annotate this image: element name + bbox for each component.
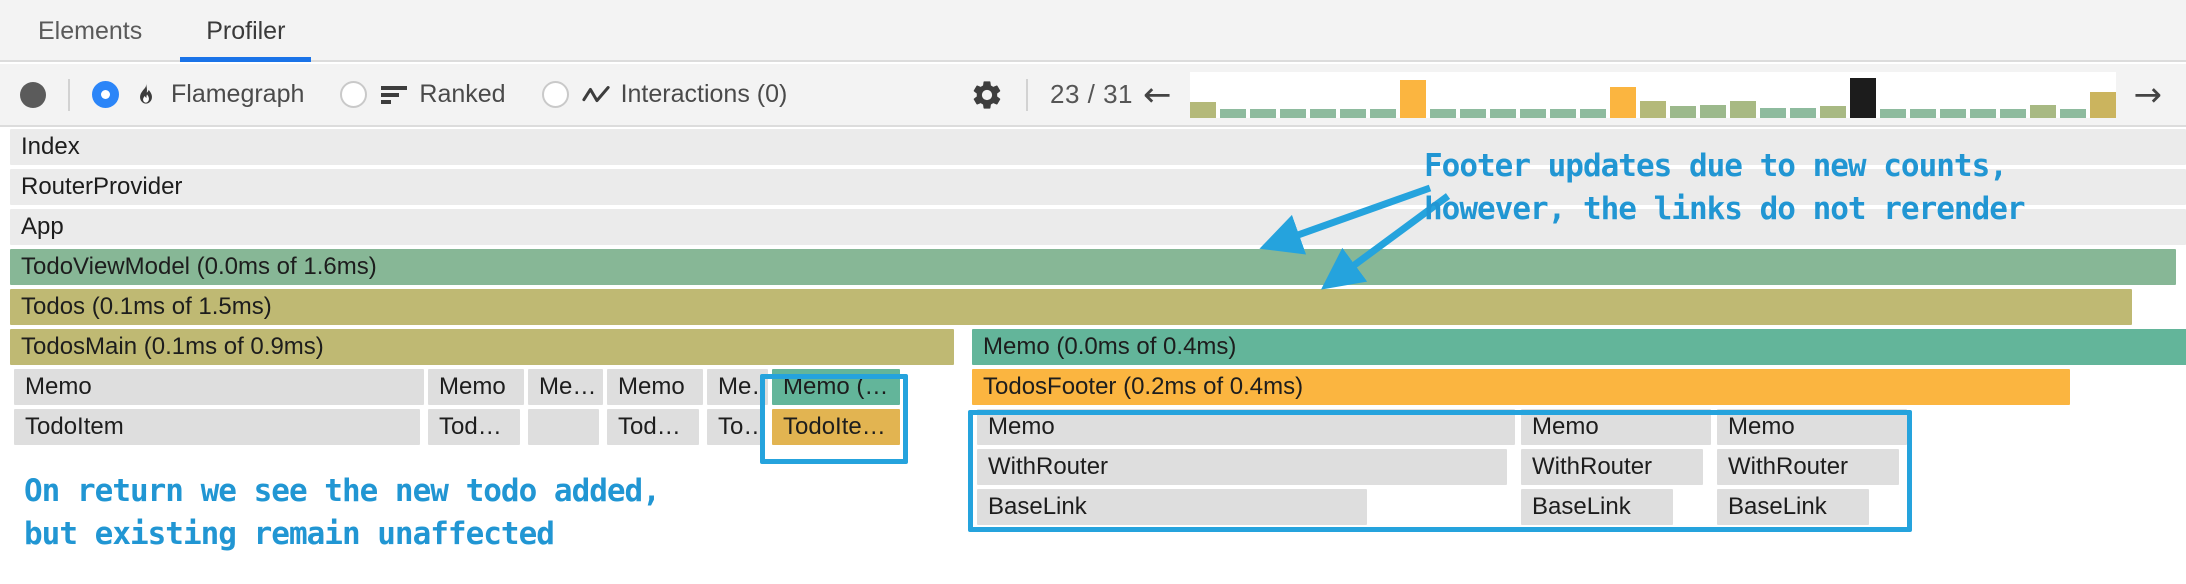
flame-cell[interactable] <box>528 409 599 445</box>
flame-cell[interactable]: To… <box>707 409 764 445</box>
snapshot-bar-15[interactable] <box>1639 100 1666 118</box>
record-button[interactable] <box>20 81 46 108</box>
flame-cell[interactable]: BaseLink <box>1521 489 1673 525</box>
snapshot-bar-20[interactable] <box>1789 107 1816 118</box>
flame-cell[interactable]: Memo <box>607 369 703 405</box>
snapshot-bar-26[interactable] <box>1969 108 1996 118</box>
snapshot-bar-2[interactable] <box>1249 108 1276 118</box>
snapshot-bar-4[interactable] <box>1309 108 1336 118</box>
toolbar-divider <box>68 78 70 111</box>
snapshot-bar-28[interactable] <box>2029 104 2056 118</box>
flame-cell[interactable]: Memo (… <box>772 369 900 405</box>
snapshot-bar-8[interactable] <box>1429 108 1456 118</box>
flame-cell[interactable]: Todos (0.1ms of 1.5ms) <box>10 289 2132 325</box>
flame-cell[interactable]: WithRouter <box>1717 449 1899 485</box>
toolbar-right-group: 23 / 31 ← → <box>970 71 2186 118</box>
mode-interactions-label: Interactions (0) <box>620 80 788 108</box>
flame-cell[interactable]: BaseLink <box>1717 489 1869 525</box>
flame-cell[interactable]: TodosMain (0.1ms of 0.9ms) <box>10 329 954 365</box>
snapshot-bar-30[interactable] <box>2089 91 2116 118</box>
flamegraph-row: TodosMain (0.1ms of 0.9ms) Memo (0.0ms of… <box>0 329 2186 369</box>
snapshot-bar-18[interactable] <box>1729 100 1756 118</box>
snapshot-bar-19[interactable] <box>1759 107 1786 118</box>
profiler-toolbar: Flamegraph Ranked Interactions (0) 23 / … <box>0 64 2186 127</box>
flame-cell[interactable]: Me… <box>707 369 768 405</box>
snapshot-bar-11[interactable] <box>1519 108 1546 118</box>
flame-cell[interactable]: Memo <box>977 409 1515 445</box>
radio-interactions[interactable] <box>541 81 569 108</box>
mode-ranked-label: Ranked <box>419 80 506 108</box>
flamegraph-row: Todos (0.1ms of 1.5ms) <box>0 289 2186 329</box>
mode-flamegraph-label: Flamegraph <box>171 80 305 108</box>
snapshot-bar-1[interactable] <box>1219 108 1246 118</box>
flame-cell[interactable]: BaseLink <box>977 489 1367 525</box>
flame-cell[interactable]: Tod… <box>607 409 699 445</box>
flame-cell[interactable]: TodosFooter (0.2ms of 0.4ms) <box>972 369 2070 405</box>
snapshot-bar-6[interactable] <box>1369 108 1396 118</box>
snapshot-bar-23[interactable] <box>1879 108 1906 118</box>
flame-cell[interactable]: WithRouter <box>1521 449 1703 485</box>
tab-elements[interactable]: Elements <box>12 19 168 60</box>
snapshot-bar-25[interactable] <box>1939 108 1966 118</box>
snapshot-bar-16[interactable] <box>1669 105 1696 118</box>
mode-ranked[interactable]: Ranked <box>340 80 506 109</box>
snapshot-bar-22[interactable] <box>1849 77 1876 118</box>
snapshot-bar-21[interactable] <box>1819 105 1846 118</box>
snapshot-bar-14[interactable] <box>1609 86 1636 118</box>
snapshot-bar-13[interactable] <box>1579 108 1606 118</box>
toolbar-divider-2 <box>1025 78 1028 111</box>
todo-annotation: On return we see the new todo added, but… <box>24 473 661 552</box>
next-commit-button[interactable]: → <box>2124 78 2173 112</box>
flame-cell[interactable]: Memo <box>1717 409 1907 445</box>
snapshot-bar-5[interactable] <box>1339 108 1366 118</box>
snapshot-bar-10[interactable] <box>1489 108 1516 118</box>
flame-cell[interactable]: TodoItem <box>14 409 420 445</box>
snapshot-bar-3[interactable] <box>1279 108 1306 118</box>
flamegraph-row: TodoItem Tod… Tod… To… TodoIte… Memo Memo Memo <box>0 409 2186 449</box>
prev-commit-button[interactable]: ← <box>1133 78 1182 112</box>
mode-interactions[interactable]: Interactions (0) <box>541 80 788 109</box>
commit-snapshot-bars[interactable] <box>1189 71 2116 118</box>
flame-cell[interactable]: TodoIte… <box>772 409 900 445</box>
snapshot-bar-27[interactable] <box>1999 108 2026 118</box>
flame-cell[interactable]: Memo <box>1521 409 1711 445</box>
snapshot-bar-12[interactable] <box>1549 108 1576 118</box>
line-chart-icon <box>581 81 610 109</box>
tab-profiler[interactable]: Profiler <box>180 19 312 62</box>
flame-cell[interactable]: Tod… <box>428 409 520 445</box>
footer-annotation: Footer updates due to new counts, howeve… <box>1424 148 2026 227</box>
gear-icon[interactable] <box>970 78 1004 112</box>
flame-icon <box>132 81 160 109</box>
bar-list-icon <box>380 81 408 109</box>
flame-cell[interactable]: TodoViewModel (0.0ms of 1.6ms) <box>10 249 2176 285</box>
flame-cell[interactable]: Memo <box>14 369 424 405</box>
snapshot-bar-24[interactable] <box>1909 108 1936 118</box>
snapshot-bar-0[interactable] <box>1189 101 1216 118</box>
snapshot-bar-7[interactable] <box>1399 79 1426 118</box>
snapshot-bar-9[interactable] <box>1459 108 1486 118</box>
radio-flamegraph[interactable] <box>92 81 119 108</box>
devtools-tab-strip: Elements Profiler <box>0 0 2186 62</box>
snapshot-bar-29[interactable] <box>2059 108 2086 118</box>
flame-cell[interactable]: Me… <box>528 369 603 405</box>
snapshot-bar-17[interactable] <box>1699 104 1726 118</box>
radio-ranked[interactable] <box>340 81 368 108</box>
flamegraph-row: TodoViewModel (0.0ms of 1.6ms) <box>0 249 2186 289</box>
commit-counter: 23 / 31 <box>1049 79 1133 109</box>
mode-flamegraph[interactable]: Flamegraph <box>92 80 304 109</box>
flamegraph-row: MemoMemoMe…MemoMe…Memo (…TodosFooter (0.… <box>0 369 2186 409</box>
flame-cell[interactable]: WithRouter <box>977 449 1507 485</box>
flame-cell[interactable]: Memo <box>428 369 524 405</box>
flame-cell[interactable]: Memo (0.0ms of 0.4ms) <box>972 329 2186 365</box>
